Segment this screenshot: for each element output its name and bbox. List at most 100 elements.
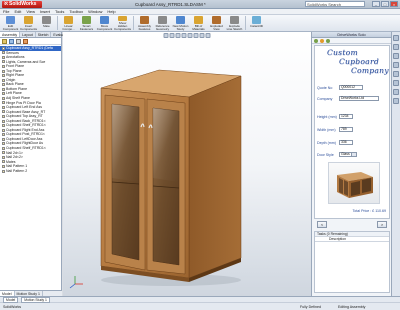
motion-study-icon: [176, 16, 185, 24]
toolbar-button-label: Mate: [43, 24, 50, 28]
feature-icon: [2, 110, 5, 114]
feature-icon: [2, 78, 5, 82]
depth-field[interactable]: 336: [339, 140, 353, 145]
menu-tools[interactable]: Tools: [55, 9, 64, 14]
toolbar-button[interactable]: Instant3D: [248, 15, 265, 31]
toolbar-button[interactable]: Move Component: [96, 15, 113, 31]
feature-icon: [2, 169, 5, 173]
menu-toolbox[interactable]: Toolbox: [69, 9, 83, 14]
status-bar: Model Motion Study 1 SolidWorks Fully De…: [0, 296, 400, 310]
bill-of-materials-icon: [194, 16, 203, 24]
toolbar-button-label: Linear Compo...: [62, 24, 75, 31]
next-button[interactable]: >: [377, 221, 387, 228]
feature-icon: [2, 114, 5, 118]
run-icon[interactable]: [314, 38, 318, 43]
tab-assembly[interactable]: Assembly: [0, 32, 21, 37]
tab-model-bottom[interactable]: Model: [3, 296, 19, 303]
search-input[interactable]: SolidWorks Search: [305, 1, 365, 7]
assembly-features-icon: [140, 16, 149, 24]
tasks-description-column[interactable]: Description: [315, 237, 389, 242]
linear-pattern-icon: [64, 16, 73, 24]
maximize-icon[interactable]: □: [381, 1, 389, 7]
depth-row: Depth (mm) 336: [317, 140, 353, 145]
appearances-icon[interactable]: [393, 80, 399, 86]
coordinate-triad: [69, 276, 83, 289]
tab-motion-study-bottom[interactable]: Motion Study 1: [21, 296, 50, 303]
design-library-icon[interactable]: [393, 44, 399, 50]
toolbar-button[interactable]: Mate: [38, 15, 55, 31]
width-field[interactable]: 789: [339, 127, 353, 132]
cupboard-preview-image: [328, 162, 380, 204]
configuration-manager-icon[interactable]: [16, 38, 21, 44]
resources-icon[interactable]: [393, 35, 399, 41]
feature-icon: [2, 142, 5, 146]
toolbar-button[interactable]: Reference Geometry: [154, 15, 171, 31]
move-component-icon: [100, 16, 109, 24]
tree-item[interactable]: Nail Pattern 2: [0, 169, 61, 174]
toolbar-button[interactable]: Exploded View: [208, 15, 225, 31]
refresh-icon[interactable]: [326, 38, 330, 43]
previous-button[interactable]: <: [317, 221, 327, 228]
feature-icon: [2, 101, 5, 105]
driveworks-form: Custom Cupboard Company Quote No Q000012…: [314, 45, 390, 219]
tree-item-label: Nail Pattern 2: [6, 168, 28, 173]
status-state: Fully Defined: [300, 304, 321, 309]
graphics-area[interactable]: [63, 32, 311, 296]
total-price-value: £ 110.69: [372, 209, 386, 213]
toolbar-button[interactable]: Smart Fasteners: [78, 15, 95, 31]
explode-line-icon: [230, 16, 239, 24]
tab-layout[interactable]: Layout: [20, 32, 36, 37]
toolbar-button[interactable]: Assembly Features: [136, 15, 153, 31]
quote-no-row: Quote No Q000012: [317, 85, 363, 90]
close-icon[interactable]: ×: [390, 1, 398, 7]
cupboard-side: [188, 75, 242, 279]
toolbar-separator: [57, 16, 58, 30]
door-style-select[interactable]: Glass: [339, 152, 357, 157]
menu-help[interactable]: Help: [107, 9, 115, 14]
stop-icon[interactable]: [320, 38, 324, 43]
menu-edit[interactable]: Edit: [14, 9, 21, 14]
solidworks-logo[interactable]: ℵ SolidWorks: [2, 0, 42, 8]
menu-view[interactable]: View: [26, 9, 35, 14]
driveworks-icon[interactable]: [393, 98, 399, 104]
file-explorer-icon[interactable]: [393, 53, 399, 59]
view-palette-icon[interactable]: [393, 71, 399, 77]
property-manager-icon[interactable]: [9, 38, 14, 44]
feature-tree: Cupboard Assy_RTRD1 (Defa Sensors Annotati…: [0, 45, 61, 173]
depth-label: Depth (mm): [317, 140, 336, 145]
feature-icon: [2, 119, 5, 123]
instant3d-icon: [252, 16, 261, 24]
toolbar-button-label: Bill of Materials: [192, 24, 205, 31]
company-field[interactable]: DriveWorks Ltd: [339, 96, 379, 101]
left-glass-reflection: [112, 104, 139, 182]
tab-sketch[interactable]: Sketch: [36, 32, 52, 37]
manager-tabs: [0, 38, 61, 45]
menu-window[interactable]: Window: [88, 9, 102, 14]
command-manager: Edit Component Insert Components Mate Linea…: [0, 15, 400, 32]
exploded-view-icon: [212, 16, 221, 24]
cupboard-model[interactable]: [63, 32, 311, 296]
toolbar-button[interactable]: Linear Compo...: [60, 15, 77, 31]
toolbar-button[interactable]: Show Hidden Components: [114, 15, 131, 31]
display-manager-icon[interactable]: [23, 38, 28, 44]
feature-icon: [2, 46, 5, 50]
toolbar-button[interactable]: New Motion Study: [172, 15, 189, 31]
feature-icon: [2, 55, 5, 59]
feature-icon: [2, 137, 5, 141]
height-field[interactable]: 1234: [339, 114, 353, 119]
toolbar-separator: [245, 16, 246, 30]
quote-no-field[interactable]: Q000012: [339, 85, 363, 90]
company-logo-line-1: Custom: [327, 48, 358, 57]
search-icon[interactable]: [393, 62, 399, 68]
toolbar-button[interactable]: Bill of Materials: [190, 15, 207, 31]
toolbar-button[interactable]: Edit Component: [2, 15, 19, 31]
minimize-icon[interactable]: –: [372, 1, 380, 7]
mate-icon: [42, 16, 51, 24]
toolbar-button[interactable]: Insert Components: [20, 15, 37, 31]
feature-manager-icon[interactable]: [2, 38, 7, 44]
toolbar-button[interactable]: Explode Line Sketch: [226, 15, 243, 31]
menu-insert[interactable]: Insert: [40, 9, 50, 14]
menu-file[interactable]: File: [3, 9, 9, 14]
status-row: SolidWorks Fully Defined Editing Assembl…: [0, 303, 400, 310]
custom-properties-icon[interactable]: [393, 89, 399, 95]
